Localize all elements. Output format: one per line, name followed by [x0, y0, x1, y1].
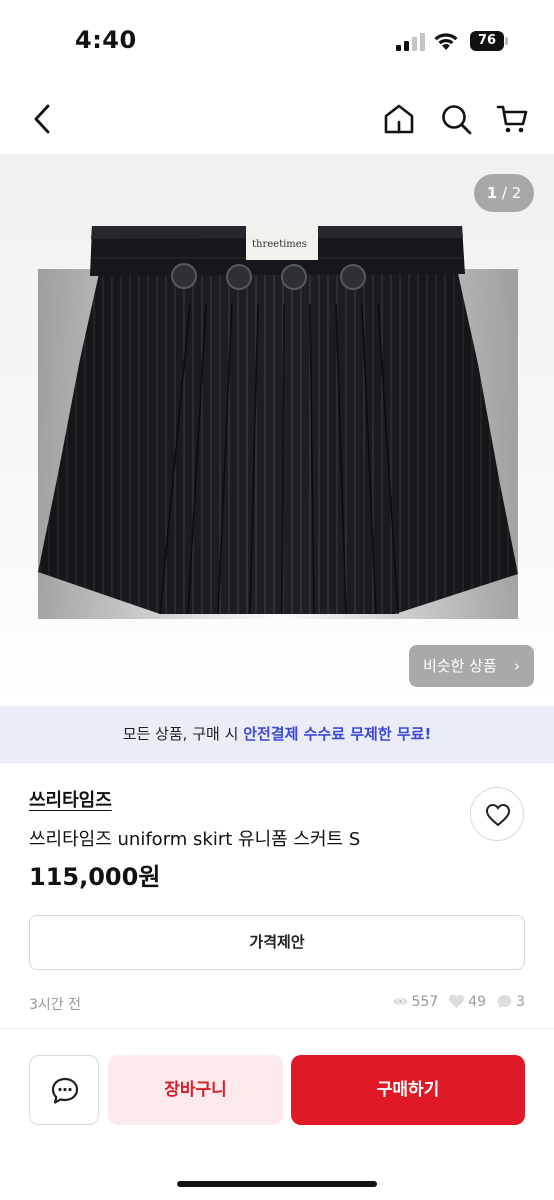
search-button[interactable]	[439, 102, 473, 136]
home-button[interactable]	[382, 102, 416, 136]
chevron-right-icon: ›	[514, 657, 520, 675]
views-count: 557	[411, 993, 439, 1010]
add-to-cart-button[interactable]: 장바구니	[108, 1055, 283, 1125]
price-offer-button[interactable]: 가격제안	[29, 915, 525, 970]
seller-link[interactable]: 쓰리타임즈	[29, 786, 112, 812]
product-price: 115,000원	[29, 863, 161, 891]
heart-icon	[485, 803, 511, 827]
eye-icon	[392, 998, 408, 1005]
views-stat: 557	[392, 993, 439, 1010]
likes-count: 49	[468, 993, 487, 1010]
battery-level: 76	[470, 31, 504, 51]
posted-time: 3시간 전	[29, 997, 81, 1013]
image-page-indicator: 1 / 2	[474, 174, 534, 212]
search-icon	[442, 105, 472, 135]
chat-button[interactable]	[29, 1055, 99, 1125]
chats-stat: 3	[496, 993, 525, 1010]
home-indicator	[177, 1181, 377, 1187]
status-time: 4:40	[75, 26, 137, 54]
product-stats: 557 49 3	[382, 993, 525, 1010]
like-button[interactable]	[470, 787, 524, 841]
heart-small-icon	[449, 994, 465, 1008]
likes-stat: 49	[448, 993, 486, 1010]
product-title: 쓰리타임즈 uniform skirt 유니폼 스커트 S	[29, 829, 361, 850]
safe-payment-banner[interactable]: 모든 상품, 구매 시 안전결제 수수료 무제한 무료!	[0, 706, 554, 763]
svg-text:threetimes: threetimes	[252, 239, 307, 250]
divider	[0, 1028, 554, 1029]
nav-bar	[0, 84, 554, 154]
similar-products-button[interactable]: 비슷한 상품 ›	[409, 645, 534, 687]
chats-count: 3	[516, 993, 525, 1010]
wifi-icon	[434, 33, 458, 50]
chat-icon	[51, 1077, 79, 1104]
back-button[interactable]	[26, 102, 60, 136]
battery-icon: 76	[470, 31, 508, 51]
chat-bubble-icon	[497, 995, 512, 1008]
skirt-image: threetimes	[38, 226, 518, 619]
status-bar: 4:40 76	[0, 0, 554, 84]
cart-nav-button[interactable]	[496, 102, 530, 136]
home-icon	[384, 104, 414, 134]
chevron-left-icon	[34, 104, 50, 134]
product-image[interactable]: threetimes	[0, 154, 554, 706]
banner-text: 모든 상품, 구매 시	[122, 725, 244, 743]
cart-icon	[496, 105, 528, 133]
cellular-signal-icon	[396, 33, 425, 51]
similar-products-label: 비슷한 상품	[423, 657, 497, 675]
buy-now-button[interactable]: 구매하기	[291, 1055, 525, 1125]
banner-highlight: 안전결제 수수료 무제한 무료!	[243, 725, 432, 743]
